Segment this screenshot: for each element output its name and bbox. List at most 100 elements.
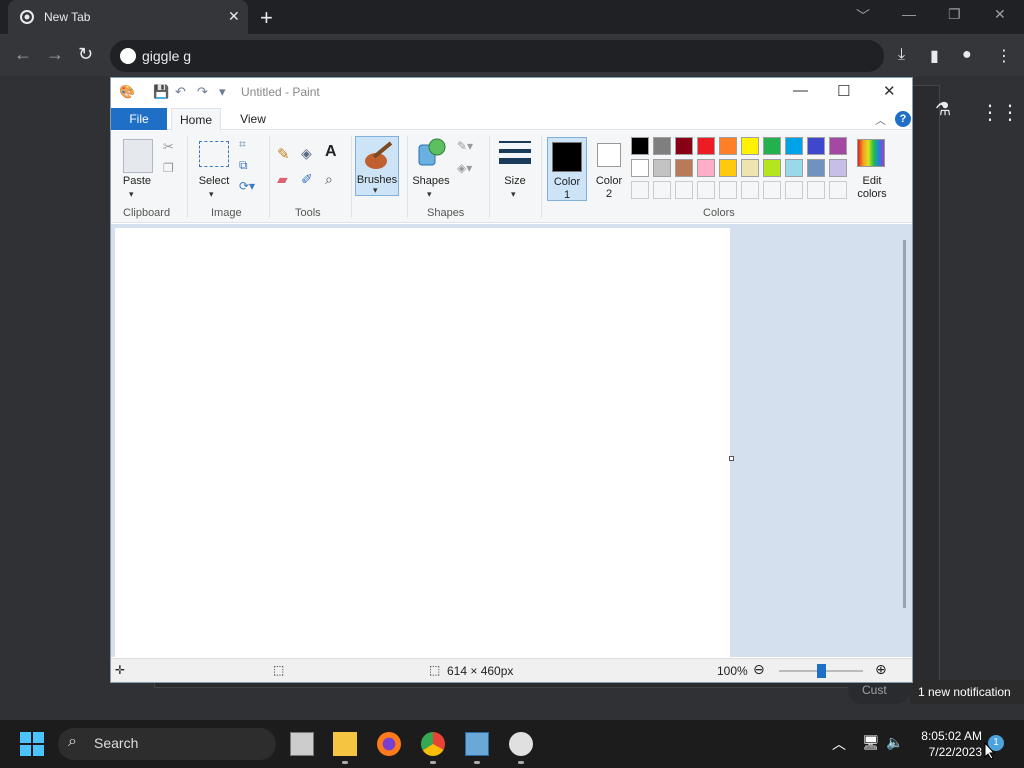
color-swatch[interactable] (653, 137, 671, 155)
reload-icon[interactable]: ↻ (78, 44, 93, 65)
drawing-canvas[interactable] (115, 228, 730, 658)
download-icon[interactable]: ⤓ (898, 46, 905, 64)
volume-icon[interactable]: 🔈 (886, 734, 903, 751)
color-swatch[interactable] (785, 137, 803, 155)
color-swatch[interactable] (763, 159, 781, 177)
paint-minimize-button[interactable]: — (793, 82, 808, 99)
labs-icon[interactable]: ⚗ (935, 99, 951, 120)
size-dropdown-icon[interactable]: ▾ (511, 189, 516, 200)
color-swatch[interactable] (631, 159, 649, 177)
color-swatch[interactable] (697, 159, 715, 177)
edit-colors-label-b[interactable]: colors (851, 188, 893, 200)
minimize-button[interactable]: — (902, 6, 916, 22)
remote-desktop-icon[interactable] (465, 732, 489, 756)
save-icon[interactable]: 💾 (153, 84, 169, 100)
color-swatch[interactable] (719, 137, 737, 155)
canvas-resize-handle[interactable] (729, 456, 734, 461)
rotate-icon[interactable]: ⟳▾ (239, 179, 255, 193)
help-button[interactable]: ? (895, 111, 911, 127)
back-icon[interactable]: ← (14, 44, 32, 65)
side-panel-icon[interactable]: ▮ (930, 46, 939, 66)
magnifier-icon[interactable]: ⌕ (325, 171, 333, 188)
vertical-scrollbar[interactable] (903, 240, 906, 608)
firefox-icon[interactable] (377, 732, 401, 756)
paint-taskbar-icon[interactable] (509, 732, 533, 756)
forward-icon[interactable]: → (46, 44, 64, 65)
select-button[interactable]: Select (193, 175, 235, 187)
shape-fill-icon[interactable]: ◈▾ (457, 161, 472, 175)
close-window-button[interactable]: ✕ (994, 6, 1006, 23)
copy-icon[interactable]: ❐ (163, 161, 174, 175)
minimize-ribbon-icon[interactable]: ︿ (875, 112, 886, 128)
color-swatch[interactable] (763, 137, 781, 155)
color-swatch[interactable] (719, 159, 737, 177)
paste-dropdown-icon[interactable]: ▾ (129, 189, 134, 200)
outline-icon[interactable]: ✎▾ (457, 139, 473, 153)
file-explorer-icon[interactable] (333, 732, 357, 756)
new-tab-button[interactable]: + (260, 5, 273, 31)
paint-maximize-button[interactable]: ☐ (837, 82, 850, 100)
restore-button[interactable]: ❐ (948, 6, 961, 23)
zoom-slider-thumb[interactable] (817, 664, 826, 678)
customize-qat-icon[interactable]: ▾ (219, 84, 226, 100)
taskbar-search[interactable]: ⌕ Search (58, 728, 276, 760)
color-swatch[interactable] (807, 137, 825, 155)
color-swatch[interactable] (697, 181, 715, 199)
menu-icon[interactable]: ⋮ (996, 46, 1012, 66)
text-icon[interactable]: A (325, 143, 337, 161)
color-picker-icon[interactable]: ✐ (301, 171, 313, 188)
color-swatch[interactable] (785, 159, 803, 177)
tab-file[interactable]: File (111, 108, 167, 130)
color-swatch[interactable] (675, 137, 693, 155)
tab-home[interactable]: Home (171, 108, 221, 131)
task-view-icon[interactable] (290, 732, 314, 756)
tab-close-icon[interactable]: ✕ (228, 8, 240, 25)
color-swatch[interactable] (653, 159, 671, 177)
color-swatch[interactable] (697, 137, 715, 155)
crop-icon[interactable]: ⌗ (239, 137, 246, 152)
color-swatch[interactable] (785, 181, 803, 199)
cut-icon[interactable]: ✂ (163, 139, 174, 155)
network-icon[interactable]: 🖥 (862, 734, 880, 751)
size-button[interactable]: Size (495, 175, 535, 187)
color-swatch[interactable] (675, 181, 693, 199)
select-dropdown-icon[interactable]: ▾ (209, 189, 214, 200)
color-swatch[interactable] (741, 137, 759, 155)
pencil-icon[interactable]: ✎ (277, 145, 290, 163)
color-swatch[interactable] (829, 159, 847, 177)
paste-button[interactable]: Paste (117, 175, 157, 187)
zoom-out-icon[interactable]: ⊖ (753, 661, 765, 678)
color-swatch[interactable] (741, 181, 759, 199)
windows-start-icon[interactable] (20, 732, 44, 756)
color-swatch[interactable] (631, 181, 649, 199)
tab-search-icon[interactable]: ﹀ (856, 6, 870, 26)
color-swatch[interactable] (741, 159, 759, 177)
color1-button[interactable]: Color 1 (547, 137, 587, 201)
tab-new-tab[interactable]: New Tab ✕ (8, 0, 248, 34)
edit-colors-label-a[interactable]: Edit (851, 175, 893, 187)
undo-icon[interactable]: ↶ (175, 84, 186, 100)
clock[interactable]: 8:05:02 AM 7/22/2023 (910, 728, 982, 760)
shapes-button[interactable]: Shapes (409, 175, 453, 187)
address-bar[interactable]: giggle g (110, 40, 884, 72)
apps-grid-icon[interactable]: ⋮⋮⋮ (980, 100, 1024, 125)
color-swatch[interactable] (719, 181, 737, 199)
show-hidden-icons[interactable]: ︿ (832, 734, 846, 754)
color-swatch[interactable] (829, 181, 847, 199)
color2-swatch[interactable] (597, 143, 621, 167)
eraser-icon[interactable]: ▰ (277, 171, 288, 188)
shapes-dropdown-icon[interactable]: ▾ (427, 189, 432, 200)
color-swatch[interactable] (807, 159, 825, 177)
paint-close-button[interactable]: ✕ (883, 82, 896, 100)
redo-icon[interactable]: ↷ (197, 84, 208, 100)
brushes-button[interactable]: Brushes ▾ (355, 136, 399, 196)
chrome-taskbar-icon[interactable] (421, 732, 445, 756)
profile-icon[interactable]: ● (962, 46, 972, 64)
color-swatch[interactable] (675, 159, 693, 177)
zoom-in-icon[interactable]: ⊕ (875, 661, 887, 678)
resize-icon[interactable]: ⧉ (239, 158, 248, 173)
color-swatch[interactable] (763, 181, 781, 199)
tab-view[interactable]: View (231, 108, 275, 130)
color-swatch[interactable] (807, 181, 825, 199)
color-swatch[interactable] (653, 181, 671, 199)
